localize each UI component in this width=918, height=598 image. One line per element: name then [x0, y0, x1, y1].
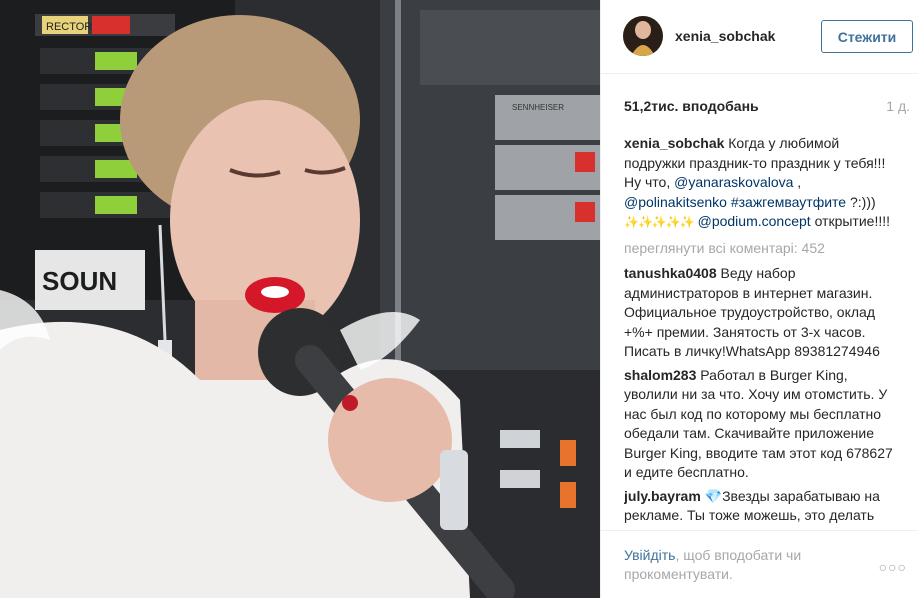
comment-username[interactable]: shalom283: [624, 367, 696, 383]
comment-text: Работал в Burger King, уволили ни за что…: [624, 366, 893, 481]
rack-vent: [420, 10, 600, 85]
teeth: [261, 286, 289, 298]
view-all-comments-link[interactable]: переглянути всі коментарі: 452: [624, 239, 899, 259]
rack-label-text: RECTOR: [46, 21, 92, 33]
likes-count[interactable]: 51,2тис. вподобань: [624, 98, 759, 114]
comment-username[interactable]: tanushka0408: [624, 265, 717, 281]
post-photo[interactable]: RECTOR SOUN SENNHEISER: [0, 0, 600, 598]
login-prompt: Увійдіть, щоб вподобати чи прокоментуват…: [624, 546, 854, 584]
sennheiser-units: [495, 95, 600, 240]
fingernail: [342, 395, 358, 411]
caption-mention-3[interactable]: @podium.concept: [698, 213, 811, 229]
likes-row: 51,2тис. вподобань 1 д.: [624, 98, 914, 116]
comment-username[interactable]: july.bayram: [624, 488, 701, 504]
post-header: xenia_sobchak Стежити: [601, 0, 918, 74]
comments-list: xenia_sobchak Когда у любимой подружки п…: [624, 134, 899, 530]
post-time[interactable]: 1 д.: [886, 98, 910, 114]
comment-item: shalom283 Работал в Burger King, уволили…: [624, 366, 899, 483]
login-link[interactable]: Увійдіть: [624, 547, 675, 563]
comment-item: tanushka0408 Веду набор администраторов …: [624, 264, 899, 362]
sound-sign-text: SOUN: [42, 266, 117, 296]
follow-button[interactable]: Стежити: [821, 20, 913, 53]
caption-hashtag[interactable]: #зажгемваутфите: [731, 194, 846, 210]
avatar-image: [623, 16, 663, 56]
post-footer: Увійдіть, щоб вподобати чи прокоментуват…: [601, 530, 918, 598]
post-sidebar: xenia_sobchak Стежити 51,2тис. вподобань…: [600, 0, 918, 598]
comment-item: july.bayram 💎Звезды зарабатываю на рекла…: [624, 487, 899, 526]
rack-red-panel: [92, 16, 130, 34]
avatar[interactable]: [623, 16, 663, 56]
more-options-icon[interactable]: ○○○: [879, 559, 907, 575]
ring-tassel: [440, 450, 468, 530]
brand-label: SENNHEISER: [512, 103, 564, 112]
caption-text-3: ?:))): [850, 193, 876, 210]
caption-text-2: ,: [797, 174, 802, 190]
caption-text-4: открытие!!!!: [814, 213, 891, 229]
caption-sparkles: ✨✨✨✨✨: [624, 215, 695, 229]
caption-mention-2[interactable]: @polinakitsenko: [624, 194, 727, 210]
caption-username[interactable]: xenia_sobchak: [624, 135, 724, 151]
photo-illustration: RECTOR SOUN SENNHEISER: [0, 0, 600, 598]
caption: xenia_sobchak Когда у любимой подружки п…: [624, 134, 899, 233]
caption-mention-1[interactable]: @yanaraskovalova: [674, 174, 793, 190]
username-link[interactable]: xenia_sobchak: [675, 28, 775, 44]
